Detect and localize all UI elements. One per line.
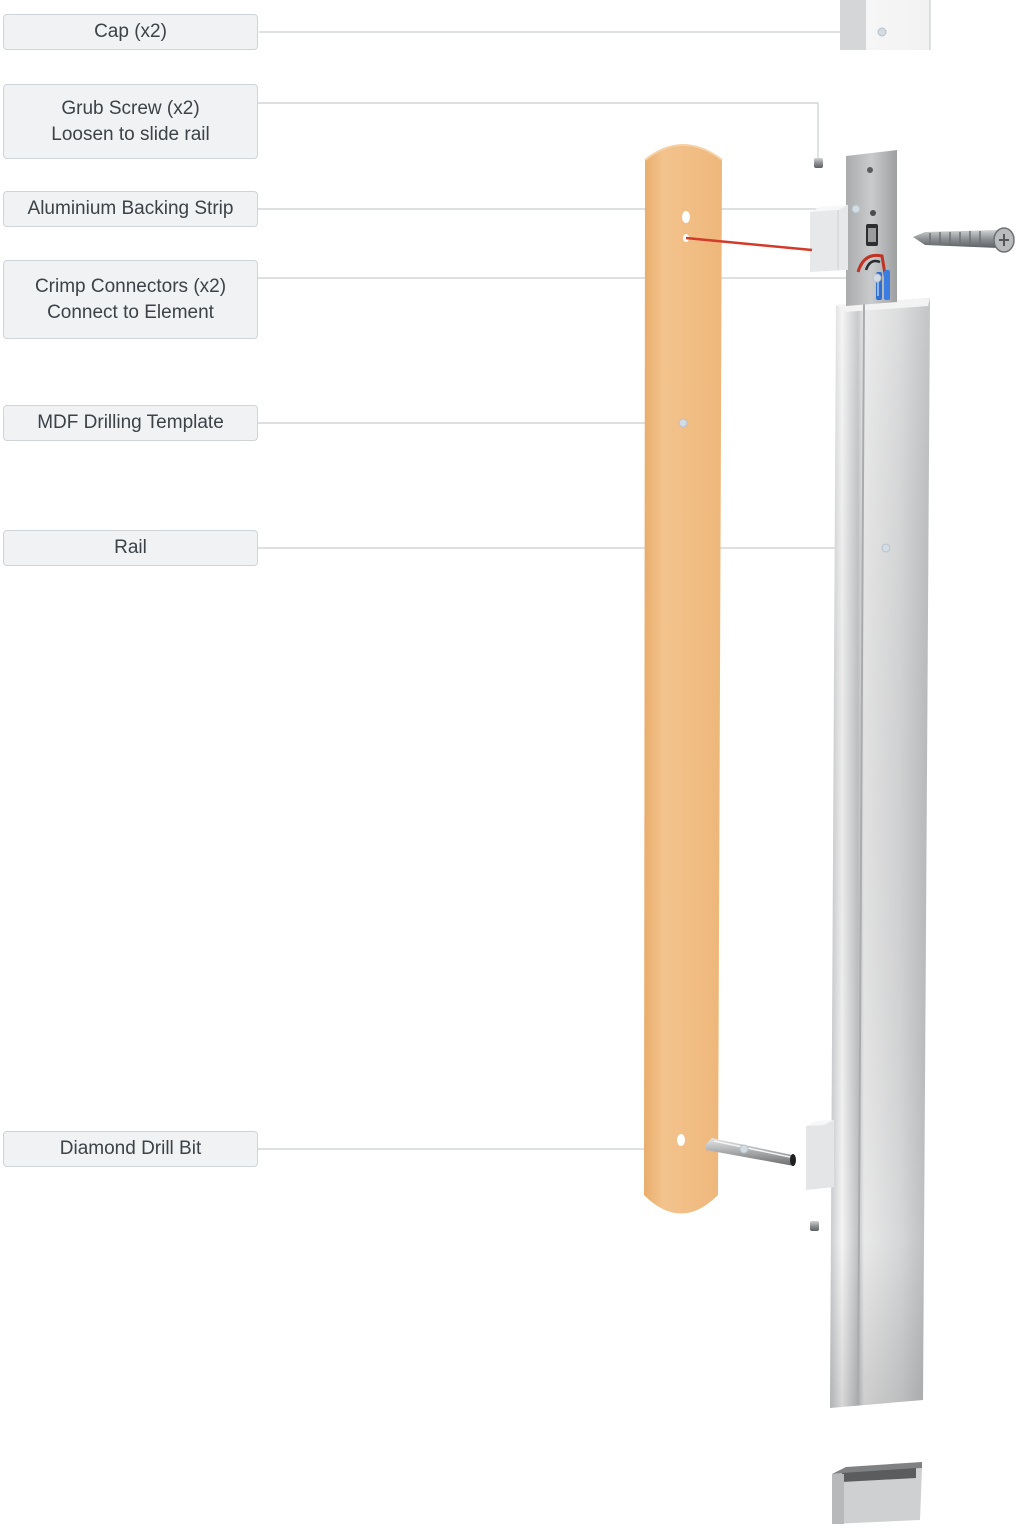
label-rail: Rail <box>3 530 258 566</box>
label-drill-bit-text: Diamond Drill Bit <box>59 1138 202 1159</box>
anchor-rail <box>881 543 891 553</box>
top-cap <box>840 0 931 50</box>
mdf-drilling-template <box>644 144 723 1214</box>
anchor-drilling-template <box>678 418 688 428</box>
label-crimp-connectors: Crimp Connectors (x2) Connect to Element <box>3 260 258 339</box>
label-drilling-template: MDF Drilling Template <box>3 405 258 441</box>
leader-grub-screw <box>258 102 819 160</box>
leader-lines <box>258 31 886 1150</box>
label-grub-screw-text: Grub Screw (x2) <box>61 97 200 119</box>
bottom-bracket <box>806 1120 834 1190</box>
anchor-backing-strip <box>851 204 861 214</box>
label-grub-screw: Grub Screw (x2) Loosen to slide rail <box>3 84 258 159</box>
exploded-diagram <box>258 0 1015 1524</box>
grub-screw-bottom <box>810 1221 819 1231</box>
wall-screw <box>913 227 1015 253</box>
grub-screw-top <box>814 158 823 168</box>
bottom-cap <box>832 1462 922 1524</box>
label-drill-bit: Diamond Drill Bit <box>3 1131 258 1167</box>
label-cap: Cap (x2) <box>3 14 258 50</box>
label-cap-text: Cap (x2) <box>94 21 167 42</box>
label-drilling-template-text: MDF Drilling Template <box>37 412 224 433</box>
anchor-drill-bit <box>739 1144 749 1154</box>
top-bracket <box>810 205 848 272</box>
label-backing-strip: Aluminium Backing Strip <box>3 191 258 227</box>
label-backing-strip-text: Aluminium Backing Strip <box>27 198 234 219</box>
anchor-crimp-connectors <box>872 273 882 283</box>
label-rail-text: Rail <box>114 537 147 558</box>
label-crimp-connectors-text: Crimp Connectors (x2) <box>34 275 227 297</box>
label-crimp-connectors-note: Connect to Element <box>47 301 214 323</box>
rail <box>830 298 930 1408</box>
label-grub-screw-note: Loosen to slide rail <box>51 123 210 145</box>
diamond-drill-bit <box>706 1138 796 1166</box>
anchor-cap <box>877 27 887 37</box>
